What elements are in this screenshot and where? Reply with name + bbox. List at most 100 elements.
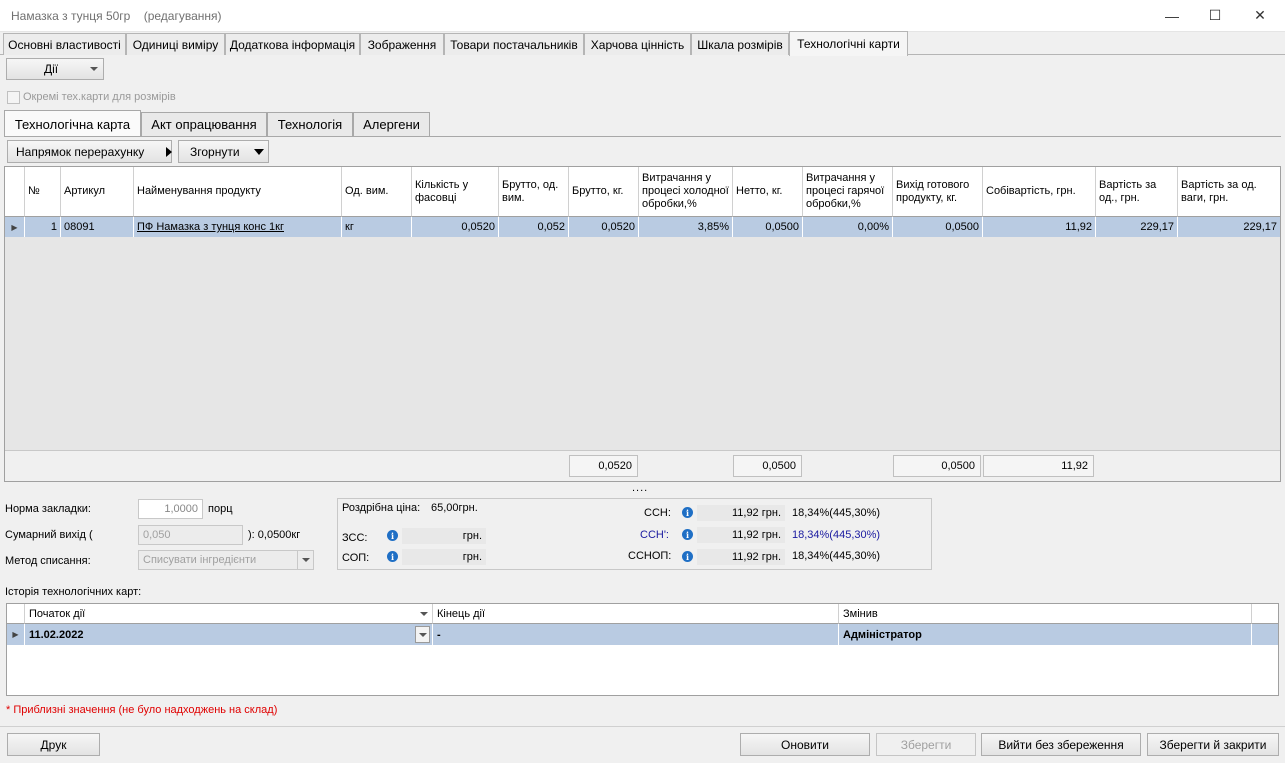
tab-basic-properties[interactable]: Основні властивості — [3, 33, 126, 55]
save-button[interactable]: Зберегти — [876, 733, 976, 756]
sop-info-icon[interactable]: i — [387, 551, 398, 562]
ssn2-label: ССН': — [640, 529, 669, 541]
tab-size-scale[interactable]: Шкала розмірів — [691, 33, 789, 55]
history-row-indicator-header — [7, 604, 25, 624]
cell-article[interactable]: 08091 — [61, 217, 134, 237]
ssn-info-icon[interactable]: i — [682, 507, 693, 518]
minimize-button[interactable]: — — [1149, 0, 1195, 31]
tab-tech-cards[interactable]: Технологічні карти — [789, 31, 908, 56]
col-start-header[interactable]: Початок дії — [25, 604, 433, 624]
ssn-label: ССН: — [644, 507, 671, 519]
cell-product-link[interactable]: ПФ Намазка з тунця конс 1кг — [134, 217, 342, 237]
history-row-filler — [1252, 624, 1278, 645]
col-price-weight-header[interactable]: Вартість за од. ваги, грн. — [1178, 167, 1280, 217]
cell-start-date[interactable]: 11.02.2022 — [25, 624, 433, 645]
col-qty-pack-header[interactable]: Кількість у фасовці — [412, 167, 499, 217]
close-button[interactable]: ✕ — [1237, 0, 1283, 31]
col-end-header[interactable]: Кінець дії — [433, 604, 839, 624]
zss-info-icon[interactable]: i — [387, 530, 398, 541]
col-net-kg-header[interactable]: Нетто, кг. — [733, 167, 803, 217]
method-select-arrow[interactable] — [297, 551, 313, 569]
col-gross-kg-header[interactable]: Брутто, кг. — [569, 167, 639, 217]
col-price-unit-header[interactable]: Вартість за од., грн. — [1096, 167, 1178, 217]
history-grid[interactable]: Початок дії Кінець дії Змінив ▶ 11.02.20… — [6, 603, 1279, 696]
method-select-value: Списувати інгредієнти — [143, 554, 257, 566]
filter-dropdown-icon[interactable] — [420, 611, 428, 616]
cell-qty-pack[interactable]: 0,0520 — [412, 217, 499, 237]
tab-units[interactable]: Одиниці виміру — [126, 33, 225, 55]
maximize-button[interactable]: ☐ — [1192, 0, 1238, 31]
window-title-text: Намазка з тунця 50гр — [11, 9, 131, 23]
cell-gross-kg[interactable]: 0,0520 — [569, 217, 639, 237]
history-row-indicator[interactable]: ▶ — [7, 624, 25, 645]
tab-additional-info[interactable]: Додаткова інформація — [225, 33, 360, 55]
window-title: Намазка з тунця 50гр (редагування) — [11, 9, 222, 23]
col-gross-unit-header[interactable]: Брутто, од. вим. — [499, 167, 569, 217]
recalc-direction-button[interactable]: Напрямок перерахунку — [7, 140, 173, 163]
cell-price-unit[interactable]: 229,17 — [1096, 217, 1178, 237]
triangle-down-icon — [253, 148, 264, 155]
separate-cards-label: Окремі тех.карти для розмірів — [23, 91, 176, 103]
row-indicator[interactable]: ▶ — [5, 217, 25, 237]
ssnop-label: ССНОП: — [628, 550, 672, 562]
cell-num[interactable]: 1 — [25, 217, 61, 237]
total-net-kg: 0,0500 — [733, 455, 802, 477]
norm-input[interactable]: 1,0000 — [138, 499, 203, 519]
actions-dropdown-button[interactable]: Дії — [6, 58, 104, 80]
col-product-header[interactable]: Найменування продукту — [134, 167, 342, 217]
col-cost-header[interactable]: Собівартість, грн. — [983, 167, 1096, 217]
cell-cold-loss[interactable]: 3,85% — [639, 217, 733, 237]
save-and-close-button[interactable]: Зберегти й закрити — [1147, 733, 1279, 756]
tab-allergens[interactable]: Алергени — [353, 112, 430, 136]
ssnop-percent: 18,34%(445,30%) — [792, 550, 881, 562]
minimize-icon: — — [1165, 7, 1179, 24]
triangle-right-icon — [166, 146, 173, 157]
total-yield-suffix: ): 0,0500кг — [248, 529, 301, 541]
cell-hot-loss[interactable]: 0,00% — [803, 217, 893, 237]
tab-images[interactable]: Зображення — [360, 33, 444, 55]
cell-net-kg[interactable]: 0,0500 — [733, 217, 803, 237]
zss-label: ЗСС: — [342, 532, 368, 544]
tab-nutrition[interactable]: Харчова цінність — [584, 33, 691, 55]
cell-changed-by[interactable]: Адміністратор — [839, 624, 1252, 645]
sop-value: грн. — [402, 549, 486, 565]
inner-tabs-baseline — [4, 136, 1281, 137]
splitter-handle[interactable]: .... — [632, 482, 648, 494]
sop-label: СОП: — [342, 552, 370, 564]
retail-price-value: 65,00грн. — [431, 502, 478, 514]
total-yield-input[interactable]: 0,050 — [138, 525, 243, 545]
col-cold-loss-header[interactable]: Витрачання у процесі холодної обробки,% — [639, 167, 733, 217]
cell-end-date[interactable]: - — [433, 624, 839, 645]
row-indicator-header — [5, 167, 25, 217]
cell-gross-unit[interactable]: 0,052 — [499, 217, 569, 237]
refresh-button[interactable]: Оновити — [740, 733, 870, 756]
date-dropdown-button[interactable] — [415, 626, 430, 643]
ssnop-info-icon[interactable]: i — [682, 551, 693, 562]
exit-without-saving-button[interactable]: Вийти без збереження — [981, 733, 1141, 756]
row-pointer-icon: ▶ — [11, 222, 18, 232]
cell-yield[interactable]: 0,0500 — [893, 217, 983, 237]
col-yield-header[interactable]: Вихід готового продукту, кг. — [893, 167, 983, 217]
col-num-header[interactable]: № — [25, 167, 61, 217]
tab-supplier-goods[interactable]: Товари постачальників — [444, 33, 584, 55]
tab-tech-card[interactable]: Технологічна карта — [4, 110, 141, 137]
separate-cards-checkbox[interactable] — [7, 91, 20, 104]
ssn2-info-icon[interactable]: i — [682, 529, 693, 540]
col-article-header[interactable]: Артикул — [61, 167, 134, 217]
print-button[interactable]: Друк — [7, 733, 100, 756]
cell-cost[interactable]: 11,92 — [983, 217, 1096, 237]
method-select[interactable]: Списувати інгредієнти — [138, 550, 314, 570]
window-title-status: (редагування) — [143, 9, 222, 23]
ingredients-grid[interactable]: № Артикул Найменування продукту Од. вим.… — [4, 166, 1281, 482]
cell-price-weight[interactable]: 229,17 — [1178, 217, 1280, 237]
col-changed-by-header[interactable]: Змінив — [839, 604, 1252, 624]
col-unit-header[interactable]: Од. вим. — [342, 167, 412, 217]
col-hot-loss-header[interactable]: Витрачання у процесі гарячої обробки,% — [803, 167, 893, 217]
cell-unit[interactable]: кг — [342, 217, 412, 237]
tab-technology[interactable]: Технологія — [267, 112, 353, 136]
maximize-icon: ☐ — [1208, 7, 1222, 23]
ssn2-percent: 18,34%(445,30%) — [792, 529, 881, 541]
history-label: Історія технологічних карт: — [5, 586, 142, 598]
collapse-button[interactable]: Згорнути — [178, 140, 269, 163]
tab-processing-act[interactable]: Акт опрацювання — [141, 112, 267, 136]
